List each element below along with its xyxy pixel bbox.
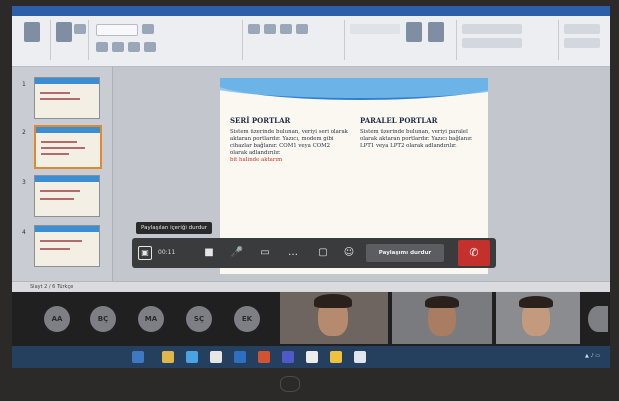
status-bar: Slayt 2 / 6 Türkçe [12,281,610,291]
font-group [92,20,243,60]
slide-thumbnail[interactable] [34,225,100,267]
stop-sharing-tooltip: Paylaşılan içeriği durdur [136,222,212,234]
left-column-title: SERİ PORTLAR [230,116,291,125]
stop-sharing-button[interactable]: Paylaşımı durdur [366,244,444,262]
hang-up-icon[interactable]: ✆ [458,240,490,266]
italic-icon[interactable] [112,42,124,52]
participant-video[interactable] [280,292,388,344]
font-name-box[interactable] [96,24,138,36]
paste-icon[interactable] [24,22,40,42]
participant-avatar[interactable]: BÇ [90,306,116,332]
participant-avatar-partial[interactable] [588,306,608,332]
slides-group [52,20,89,60]
system-tray[interactable]: ▲ ♪ ▭ [585,353,600,359]
editing-group [560,20,608,60]
quick-styles-icon[interactable] [428,22,444,42]
align-left-icon[interactable] [280,24,292,34]
slide-thumbnail[interactable] [34,77,100,119]
slide-thumbnail[interactable] [34,175,100,217]
camera-icon[interactable]: ■ [202,246,216,260]
thumb-number: 2 [22,129,26,136]
align-center-icon[interactable] [296,24,308,34]
participants-icon[interactable]: ☺ [342,246,356,260]
call-timer: 00:11 [158,249,176,256]
shape-fill-button[interactable] [462,24,522,34]
participants-strip: AA BÇ MA SÇ EK [12,292,610,346]
right-column-body: Sistem üzerinde bulunan, veriyi paralel … [360,129,473,149]
underline-icon[interactable] [128,42,140,52]
paragraph-group [244,20,345,60]
thumb-number: 3 [22,179,26,186]
left-column-body: Sistem üzerinde bulunan, veriyi seri ola… [230,129,348,156]
bold-icon[interactable] [96,42,108,52]
word-icon[interactable] [234,351,246,363]
edge-icon[interactable] [186,351,198,363]
app-icon[interactable] [306,351,318,363]
arrange-icon[interactable] [406,22,422,42]
shapes-gallery[interactable] [350,24,400,34]
participant-avatar[interactable]: SÇ [186,306,212,332]
teams-icon[interactable] [282,351,294,363]
windows-taskbar: ▲ ♪ ▭ [12,346,610,368]
right-column-title: PARALEL PORTLAR [360,116,438,125]
participant-avatar[interactable]: MA [138,306,164,332]
share-screen-icon[interactable]: ▣ [138,246,152,260]
replace-button[interactable] [564,38,600,48]
share-icon[interactable]: ▭ [258,246,272,260]
notes-icon[interactable] [330,351,342,363]
thumb-number: 4 [22,229,26,236]
participant-avatar[interactable]: AA [44,306,70,332]
slide-right-column: PARALEL PORTLAR Sistem üzerinde bulunan,… [360,116,478,150]
font-color-icon[interactable] [144,42,156,52]
chrome-icon[interactable] [354,351,366,363]
powerpoint-ribbon [12,6,610,67]
store-icon[interactable] [210,351,222,363]
left-column-highlight: bit halinde aktarım [230,157,283,163]
clipboard-group [16,20,51,60]
slide-left-column: SERİ PORTLAR Sistem üzerinde bulunan, ve… [230,116,348,164]
bullets-icon[interactable] [248,24,260,34]
shape-outline-button[interactable] [462,38,522,48]
thumb-number: 1 [22,81,26,88]
meeting-control-bar: ▣ 00:11 ■ 🎤 ▭ … ▢ ☺ Paylaşımı durdur ✆ [132,238,496,268]
participant-video[interactable] [496,292,580,344]
monitor-logo [280,376,300,392]
chat-icon[interactable]: ▢ [316,246,330,260]
start-icon[interactable] [132,351,144,363]
participant-avatar[interactable]: EK [234,306,260,332]
ribbon-tabs [12,6,610,16]
screen: 1 2 3 4 SERİ PORTLAR Sistem üzerinde bul… [12,6,610,368]
shape-format-group [458,20,559,60]
slide-thumbnails-pane: 1 2 3 4 [12,67,113,281]
numbering-icon[interactable] [264,24,276,34]
file-explorer-icon[interactable] [162,351,174,363]
find-button[interactable] [564,24,600,34]
participant-video[interactable] [392,292,492,344]
microphone-icon[interactable]: 🎤 [230,246,244,260]
slide-thumbnail-selected[interactable] [34,125,102,169]
more-options-icon[interactable]: … [286,246,300,260]
drawing-group [346,20,457,60]
layout-icon[interactable] [74,24,86,34]
font-size-icon[interactable] [142,24,154,34]
new-slide-icon[interactable] [56,22,72,42]
powerpoint-icon[interactable] [258,351,270,363]
